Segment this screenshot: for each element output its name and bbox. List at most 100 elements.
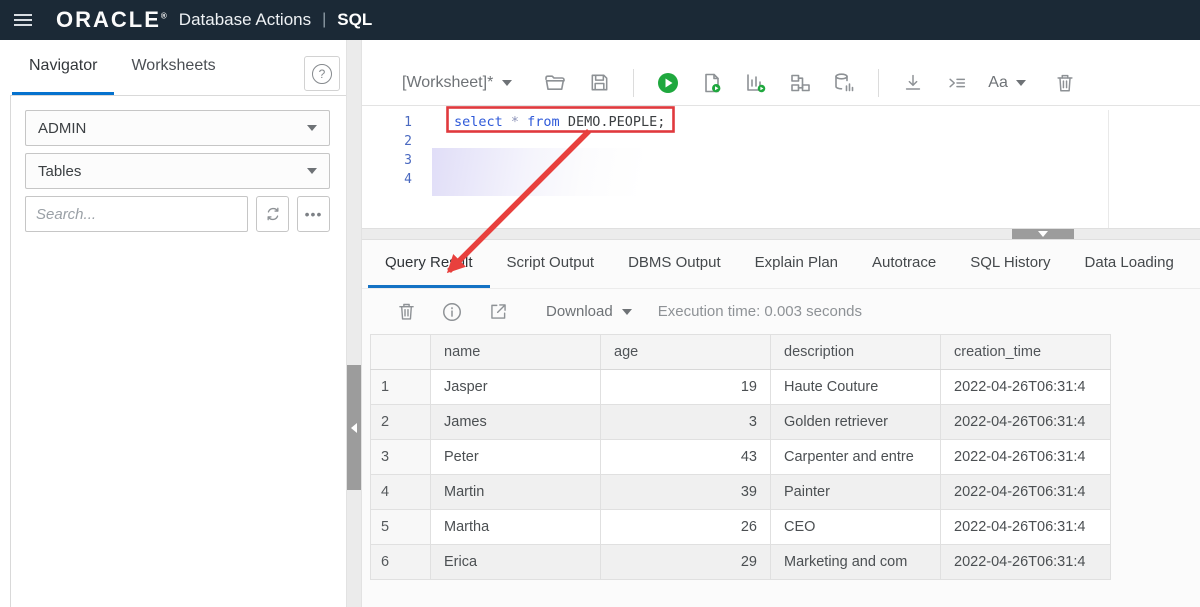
- cell-age[interactable]: 19: [601, 370, 771, 405]
- column-header-description[interactable]: description: [771, 335, 941, 370]
- font-size-button[interactable]: Aa: [988, 74, 1026, 92]
- cell-name[interactable]: James: [431, 405, 601, 440]
- hamburger-menu-icon[interactable]: [0, 0, 46, 40]
- save-icon: [588, 71, 611, 94]
- search-input[interactable]: [25, 196, 248, 232]
- info-icon: [441, 301, 463, 323]
- object-type-select-value: Tables: [38, 163, 81, 180]
- sql-history-icon: [832, 71, 856, 95]
- cell-age[interactable]: 3: [601, 405, 771, 440]
- refresh-button[interactable]: [256, 196, 289, 232]
- chevron-down-icon: [307, 125, 317, 131]
- column-header-rownum[interactable]: [371, 335, 431, 370]
- folder-icon: [543, 71, 567, 95]
- format-button[interactable]: [944, 70, 970, 96]
- column-header-name[interactable]: name: [431, 335, 601, 370]
- tab-script-output[interactable]: Script Output: [490, 240, 612, 288]
- schema-select-value: ADMIN: [38, 120, 86, 137]
- tab-autotrace[interactable]: Autotrace: [855, 240, 953, 288]
- cell-creation-time[interactable]: 2022-04-26T06:31:4: [941, 440, 1111, 475]
- cell-description[interactable]: Carpenter and entre: [771, 440, 941, 475]
- results-section: Query Result Script Output DBMS Output E…: [362, 240, 1200, 607]
- vertical-splitter: [346, 40, 362, 607]
- schema-select[interactable]: ADMIN: [25, 110, 330, 146]
- clear-result-button[interactable]: [394, 300, 418, 324]
- more-icon: •••: [305, 206, 323, 222]
- explain-plan-icon: [744, 71, 768, 95]
- cell-name[interactable]: Martin: [431, 475, 601, 510]
- sql-statement: select * from DEMO.PEOPLE;: [454, 113, 665, 132]
- execution-time: Execution time: 0.003 seconds: [658, 303, 862, 320]
- tab-worksheets[interactable]: Worksheets: [114, 40, 232, 95]
- cell-description[interactable]: Haute Couture: [771, 370, 941, 405]
- sidebar-collapse-handle[interactable]: [347, 365, 361, 490]
- download-dropdown[interactable]: Download: [546, 303, 632, 320]
- row-number-cell[interactable]: 2: [371, 405, 431, 440]
- tab-explain-plan[interactable]: Explain Plan: [738, 240, 855, 288]
- cell-name[interactable]: Martha: [431, 510, 601, 545]
- product-title: Database Actions: [179, 10, 311, 30]
- row-number-cell[interactable]: 1: [371, 370, 431, 405]
- clear-worksheet-button[interactable]: [1052, 70, 1078, 96]
- worksheet-title-dropdown[interactable]: [Worksheet]*: [402, 74, 512, 92]
- cell-name[interactable]: Erica: [431, 545, 601, 580]
- row-number-cell[interactable]: 6: [371, 545, 431, 580]
- cell-age[interactable]: 39: [601, 475, 771, 510]
- sql-editor[interactable]: 1 2 3 4 select * from DEMO.PEOPLE;: [362, 106, 1200, 228]
- run-statement-button[interactable]: [655, 70, 681, 96]
- external-link-icon: [488, 301, 509, 322]
- cell-name[interactable]: Peter: [431, 440, 601, 475]
- chevron-down-icon: [1038, 231, 1048, 237]
- tab-sql-history[interactable]: SQL History: [953, 240, 1067, 288]
- table-row: 3 Peter 43 Carpenter and entre 2022-04-2…: [371, 440, 1111, 475]
- sidebar-tabs: Navigator Worksheets ?: [0, 40, 346, 95]
- cell-description[interactable]: Golden retriever: [771, 405, 941, 440]
- cell-description[interactable]: Marketing and com: [771, 545, 941, 580]
- open-in-new-tab-button[interactable]: [486, 300, 510, 324]
- more-button[interactable]: •••: [297, 196, 330, 232]
- table-row: 4 Martin 39 Painter 2022-04-26T06:31:4: [371, 475, 1111, 510]
- run-script-button[interactable]: [699, 70, 725, 96]
- explain-plan-button[interactable]: [743, 70, 769, 96]
- cell-creation-time[interactable]: 2022-04-26T06:31:4: [941, 545, 1111, 580]
- cell-age[interactable]: 43: [601, 440, 771, 475]
- cell-creation-time[interactable]: 2022-04-26T06:31:4: [941, 405, 1111, 440]
- format-icon: [946, 72, 968, 94]
- autotrace-button[interactable]: [787, 70, 813, 96]
- cell-age[interactable]: 29: [601, 545, 771, 580]
- column-header-creation-time[interactable]: creation_time: [941, 335, 1111, 370]
- cell-creation-time[interactable]: 2022-04-26T06:31:4: [941, 475, 1111, 510]
- tab-query-result[interactable]: Query Result: [368, 240, 490, 288]
- row-number-cell[interactable]: 5: [371, 510, 431, 545]
- cell-creation-time[interactable]: 2022-04-26T06:31:4: [941, 370, 1111, 405]
- tab-data-loading[interactable]: Data Loading: [1068, 240, 1191, 288]
- cell-description[interactable]: CEO: [771, 510, 941, 545]
- column-header-age[interactable]: age: [601, 335, 771, 370]
- row-number-cell[interactable]: 4: [371, 475, 431, 510]
- info-button[interactable]: [440, 300, 464, 324]
- row-number-cell[interactable]: 3: [371, 440, 431, 475]
- download-button[interactable]: [900, 70, 926, 96]
- help-icon: ?: [312, 64, 332, 84]
- chevron-down-icon: [307, 168, 317, 174]
- help-button[interactable]: ?: [304, 56, 340, 91]
- query-result-grid: name age description creation_time 1 Jas…: [370, 334, 1111, 580]
- cell-name[interactable]: Jasper: [431, 370, 601, 405]
- object-type-select[interactable]: Tables: [25, 153, 330, 189]
- title-divider: |: [322, 11, 326, 29]
- cell-age[interactable]: 26: [601, 510, 771, 545]
- chevron-down-icon: [622, 309, 632, 315]
- cell-creation-time[interactable]: 2022-04-26T06:31:4: [941, 510, 1111, 545]
- editor-right-edge: [1108, 110, 1109, 228]
- save-file-button[interactable]: [586, 70, 612, 96]
- sql-history-button[interactable]: [831, 70, 857, 96]
- open-file-button[interactable]: [542, 70, 568, 96]
- run-script-icon: [700, 71, 724, 95]
- tab-dbms-output[interactable]: DBMS Output: [611, 240, 738, 288]
- app-name: SQL: [337, 10, 372, 30]
- cell-description[interactable]: Painter: [771, 475, 941, 510]
- tab-navigator[interactable]: Navigator: [12, 40, 114, 95]
- table-row: 5 Martha 26 CEO 2022-04-26T06:31:4: [371, 510, 1111, 545]
- results-collapse-handle[interactable]: [1012, 229, 1074, 239]
- toolbar-separator: [633, 69, 634, 97]
